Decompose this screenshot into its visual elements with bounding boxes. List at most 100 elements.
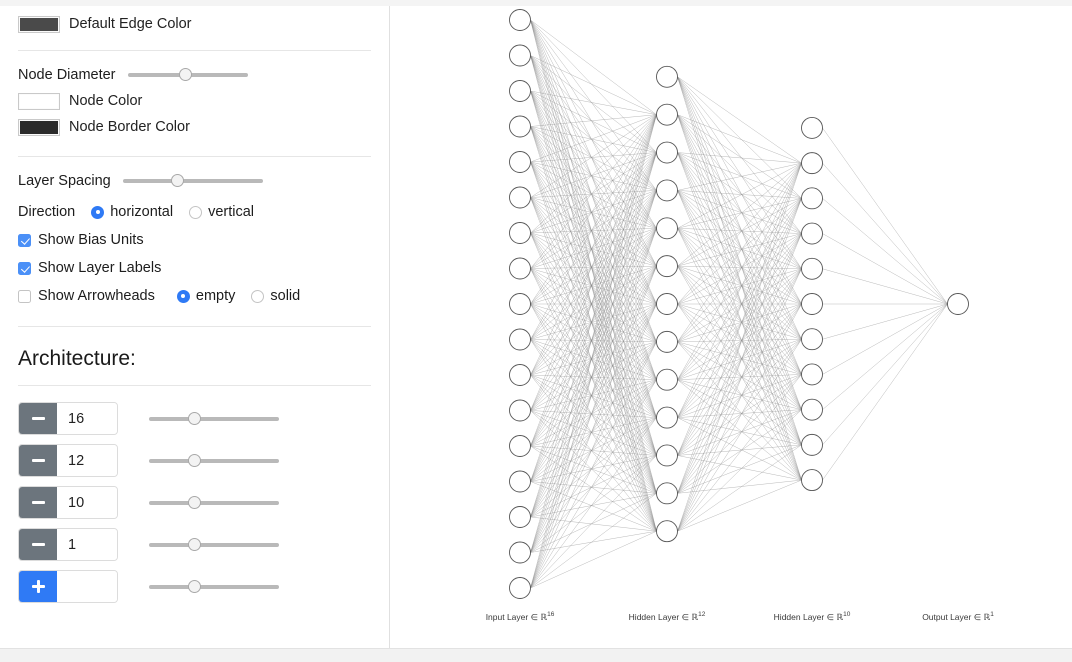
radio-arrowhead-empty[interactable]	[176, 289, 190, 303]
network-node[interactable]	[509, 470, 531, 493]
network-node[interactable]	[509, 328, 531, 351]
checkbox-show-arrowheads[interactable]	[18, 289, 31, 303]
network-node[interactable]	[801, 187, 823, 210]
network-node[interactable]	[947, 293, 969, 315]
node-color-row[interactable]: Node Color	[0, 88, 389, 114]
show-bias-units-label: Show Bias Units	[38, 232, 144, 248]
node-diameter-label: Node Diameter	[18, 67, 116, 83]
layer-label: Input Layer ∈ ℝ16	[486, 611, 555, 623]
slider-thumb[interactable]	[187, 579, 201, 593]
layer-label-text: Hidden Layer ∈ ℝ10	[773, 611, 851, 622]
network-node[interactable]	[656, 406, 678, 429]
network-node[interactable]	[509, 293, 531, 315]
network-node[interactable]	[509, 151, 531, 173]
add-layer-button[interactable]	[19, 571, 57, 602]
network-node[interactable]	[509, 115, 531, 138]
layer-spacing-slider[interactable]	[122, 173, 263, 189]
network-node[interactable]	[801, 433, 823, 456]
network-node[interactable]	[656, 293, 678, 315]
app-window: Default Edge Color Node Diameter Node Co…	[0, 0, 1072, 662]
network-node[interactable]	[509, 506, 531, 528]
layer-size-input[interactable]	[57, 571, 117, 602]
network-node[interactable]	[509, 541, 531, 564]
bias-node[interactable]	[509, 9, 531, 31]
network-node[interactable]	[656, 368, 678, 391]
remove-layer-button[interactable]	[19, 487, 57, 518]
network-node[interactable]	[801, 293, 823, 315]
node-diameter-row: Node Diameter	[0, 62, 389, 88]
layer-size-input[interactable]: 10	[57, 487, 117, 518]
slider-thumb[interactable]	[187, 495, 201, 509]
network-node[interactable]	[509, 364, 531, 386]
slider-thumb[interactable]	[187, 411, 201, 425]
node-border-color-row[interactable]: Node Border Color	[0, 114, 389, 140]
radio-direction-vertical[interactable]	[189, 205, 203, 219]
divider	[18, 156, 371, 157]
layer-size-slider[interactable]	[149, 453, 279, 469]
bias-node[interactable]	[656, 65, 678, 88]
network-node[interactable]	[656, 520, 678, 543]
network-node[interactable]	[656, 179, 678, 202]
layer-size-slider[interactable]	[149, 495, 279, 511]
network-node[interactable]	[801, 328, 823, 351]
radio-arrowhead-solid[interactable]	[251, 289, 265, 303]
network-node[interactable]	[801, 222, 823, 245]
network-node[interactable]	[801, 469, 823, 492]
network-node[interactable]	[509, 399, 531, 422]
checkbox-show-bias-units[interactable]	[18, 233, 31, 247]
show-bias-units-row[interactable]: Show Bias Units	[0, 226, 389, 254]
checkbox-show-layer-labels[interactable]	[18, 261, 31, 275]
divider	[18, 326, 371, 327]
network-node[interactable]	[509, 80, 531, 102]
network-node[interactable]	[656, 482, 678, 505]
remove-layer-button[interactable]	[19, 445, 57, 476]
network-node[interactable]	[801, 257, 823, 280]
network-node[interactable]	[801, 152, 823, 175]
network-node[interactable]	[801, 363, 823, 386]
layer-spacing-row: Layer Spacing	[0, 168, 389, 194]
network-node[interactable]	[509, 222, 531, 244]
architecture-row: 12	[0, 444, 389, 477]
slider-thumb[interactable]	[170, 174, 184, 187]
remove-layer-button[interactable]	[19, 403, 57, 434]
network-node[interactable]	[656, 255, 678, 278]
show-layer-labels-label: Show Layer Labels	[38, 260, 162, 276]
slider-thumb[interactable]	[187, 537, 201, 551]
architecture-title: Architecture:	[18, 347, 136, 370]
network-node[interactable]	[801, 398, 823, 421]
radio-arrowhead-solid-label: solid	[270, 288, 301, 304]
layer-size-input[interactable]: 12	[57, 445, 117, 476]
show-layer-labels-row[interactable]: Show Layer Labels	[0, 254, 389, 282]
node-color-swatch[interactable]	[18, 92, 60, 110]
network-node[interactable]	[509, 186, 531, 209]
layer-size-slider[interactable]	[149, 411, 279, 427]
radio-arrowhead-empty-label: empty	[195, 288, 236, 304]
node-border-color-swatch[interactable]	[18, 118, 60, 136]
remove-layer-button[interactable]	[19, 529, 57, 560]
direction-row: Direction horizontal vertical	[0, 198, 389, 226]
network-node[interactable]	[656, 217, 678, 240]
network-diagram-canvas[interactable]: Input Layer ∈ ℝ16 Hidden Layer ∈ ℝ12 Hidde…	[390, 6, 1072, 648]
network-node[interactable]	[509, 577, 531, 599]
layer-size-slider[interactable]	[149, 579, 279, 595]
slider-thumb[interactable]	[187, 453, 201, 467]
bias-node[interactable]	[801, 116, 823, 139]
architecture-row: 1	[0, 528, 389, 561]
default-edge-color-row[interactable]: Default Edge Color	[0, 12, 389, 36]
network-node[interactable]	[509, 435, 531, 457]
radio-direction-horizontal[interactable]	[91, 205, 105, 219]
color-fill	[20, 17, 58, 31]
network-node[interactable]	[509, 44, 531, 67]
slider-thumb[interactable]	[178, 68, 192, 81]
network-node[interactable]	[509, 257, 531, 280]
show-arrowheads-label: Show Arrowheads	[38, 288, 155, 304]
network-node[interactable]	[656, 141, 678, 164]
layer-size-input[interactable]: 16	[57, 403, 117, 434]
network-node[interactable]	[656, 330, 678, 353]
network-node[interactable]	[656, 103, 678, 126]
layer-size-slider[interactable]	[149, 537, 279, 553]
node-diameter-slider[interactable]	[127, 67, 248, 83]
network-node[interactable]	[656, 444, 678, 467]
default-edge-color-swatch[interactable]	[18, 15, 60, 33]
layer-size-input[interactable]: 1	[57, 529, 117, 560]
